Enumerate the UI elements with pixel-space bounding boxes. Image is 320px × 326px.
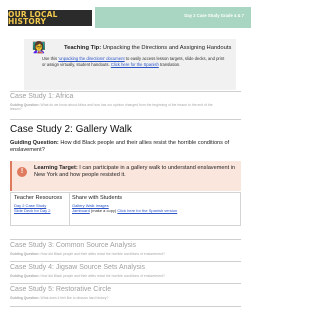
case-study-4-question: Guiding Question: How did Black people a…: [10, 274, 220, 278]
gq-label: Guiding Question:: [10, 140, 59, 146]
case-study-4[interactable]: Case Study 4: Jigsaw Source Sets Analysi…: [10, 261, 241, 278]
teaching-tip-box: 👩‍🏫 Teaching Tip: Unpacking the Directio…: [24, 39, 236, 90]
teaching-tip-title: Unpacking the Directions and Assigning H…: [101, 45, 232, 51]
section-divider: [10, 283, 241, 284]
share-with-students-heading: Share with Students: [72, 195, 123, 201]
site-logo[interactable]: OUR LOCAL HISTORY: [8, 10, 92, 26]
case-study-1-question: Guiding Question: What do we know about …: [10, 103, 220, 111]
case-study-1-title[interactable]: Case Study 1: Africa: [10, 93, 241, 100]
gq-label: Guiding Question:: [10, 252, 40, 256]
make-copy-note: (make a copy): [89, 208, 118, 213]
tip-text-suffix: translation.: [158, 61, 181, 67]
column-divider: [69, 193, 70, 225]
case-study-5-title[interactable]: Case Study 5: Restorative Circle: [10, 286, 241, 293]
spanish-translation-link[interactable]: Click here for the Spanish: [111, 62, 159, 67]
section-divider: [10, 306, 241, 307]
learning-target-text: Learning Target: I can participate in a …: [34, 165, 239, 179]
gq-text: What do we know about Africa and how has…: [10, 103, 213, 112]
person-teacher-icon: 👩‍🏫: [32, 42, 46, 54]
logo-text: OUR LOCAL HISTORY: [8, 9, 58, 26]
unpacking-directions-link[interactable]: 'unpacking the directions' document: [58, 56, 124, 61]
gq-label: Guiding Question:: [10, 274, 40, 278]
jamboard-row: Jamboard (make a copy) Click here for th…: [72, 208, 238, 213]
case-study-5-question: Guiding Question: What does it feel like…: [10, 296, 220, 300]
share-with-students-column: Share with Students Gallery Walk Images …: [72, 195, 238, 213]
teacher-resources-column: Teacher Resources Day 2 Case Study Slide…: [14, 195, 70, 213]
case-study-5[interactable]: Case Study 5: Restorative Circle Guiding…: [10, 283, 241, 307]
case-study-3-question: Guiding Question: How did Black people a…: [10, 252, 220, 256]
gq-text: What does it feel like to discuss hard h…: [39, 296, 109, 300]
case-study-1[interactable]: Case Study 1: Africa Guiding Question: W…: [10, 91, 241, 120]
section-divider: [10, 119, 241, 120]
spanish-version-link[interactable]: Click here for the Spanish version: [117, 208, 177, 213]
slide-deck-link[interactable]: Slide Deck for Day 2: [14, 208, 70, 213]
section-divider: [10, 239, 241, 240]
case-study-4-title[interactable]: Case Study 4: Jigsaw Source Sets Analysi…: [10, 264, 241, 271]
case-study-3-title[interactable]: Case Study 3: Common Source Analysis: [10, 242, 241, 249]
jamboard-link[interactable]: Jamboard: [72, 208, 90, 213]
case-study-2-title[interactable]: Case Study 2: Gallery Walk: [10, 124, 132, 135]
teacher-resources-heading: Teacher Resources: [14, 195, 63, 201]
case-study-3[interactable]: Case Study 3: Common Source Analysis Gui…: [10, 239, 241, 256]
gq-label: Guiding Question:: [10, 296, 40, 300]
section-divider: [10, 91, 241, 92]
case-study-2-question: Guiding Question: How did Black people a…: [10, 140, 238, 154]
top-banner: OUR LOCAL HISTORY Day 2 Case Study Grade…: [0, 0, 251, 36]
unit-title: Day 2 Case Study Grade 4 & 7: [184, 13, 244, 18]
teaching-tip-heading: Teaching Tip: Unpacking the Directions a…: [64, 45, 231, 51]
section-divider: [10, 261, 241, 262]
teaching-tip-label: Teaching Tip:: [64, 45, 102, 51]
gq-text: How did Black people and their allies re…: [39, 274, 165, 278]
resources-table: Teacher Resources Day 2 Case Study Slide…: [10, 192, 241, 226]
tip-text-prefix: Use this: [42, 56, 59, 61]
gq-text: How did Black people and their allies re…: [39, 252, 165, 256]
learning-target-box: ! Learning Target: I can participate in …: [10, 161, 241, 191]
target-icon: !: [17, 167, 27, 177]
learning-target-label: Learning Target:: [34, 165, 78, 171]
teaching-tip-body: Use this 'unpacking the directions' docu…: [42, 56, 227, 67]
